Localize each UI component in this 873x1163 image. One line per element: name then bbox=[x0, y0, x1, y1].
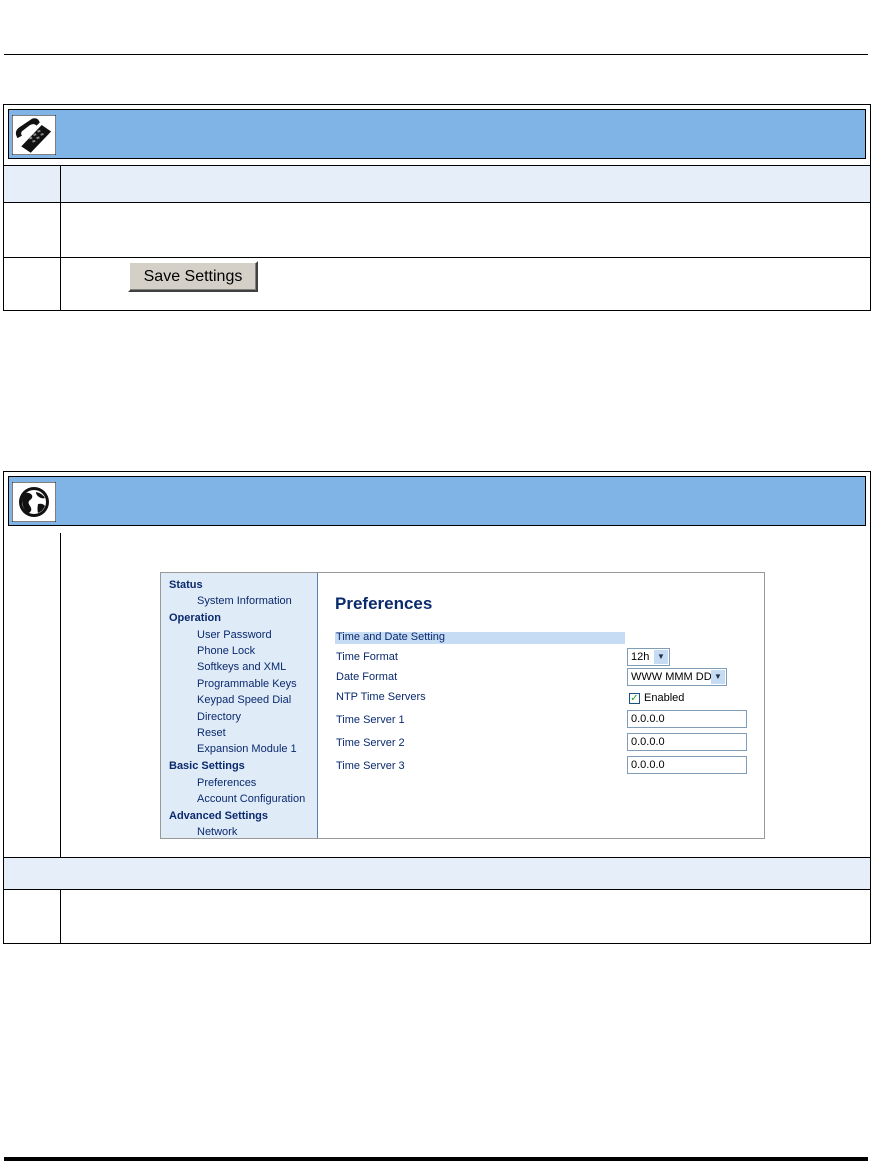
column-divider bbox=[60, 533, 61, 857]
page-title: Preferences bbox=[335, 594, 433, 613]
section-title: Time and Date Setting bbox=[336, 631, 446, 643]
row-divider bbox=[4, 257, 870, 258]
chevron-down-icon: ▼ bbox=[654, 650, 668, 664]
row-divider bbox=[4, 202, 870, 203]
date-format-label: Date Format bbox=[336, 671, 398, 683]
web-ui-sidebar: Status System Information Operation User… bbox=[161, 573, 318, 838]
nav-reset[interactable]: Reset bbox=[197, 727, 226, 739]
nav-account-configuration[interactable]: Account Configuration bbox=[197, 793, 305, 805]
nav-programmable-keys[interactable]: Programmable Keys bbox=[197, 678, 297, 690]
nav-operation[interactable]: Operation bbox=[169, 612, 221, 624]
time-server-3-input[interactable]: 0.0.0.0 bbox=[627, 756, 747, 774]
nav-preferences[interactable]: Preferences bbox=[197, 777, 256, 789]
time-format-value: 12h bbox=[631, 651, 650, 663]
date-format-value: WWW MMM DD bbox=[631, 671, 712, 683]
time-format-label: Time Format bbox=[336, 651, 398, 663]
nav-user-password[interactable]: User Password bbox=[197, 629, 272, 641]
nav-directory[interactable]: Directory bbox=[197, 711, 241, 723]
nav-network[interactable]: Network bbox=[197, 826, 237, 838]
row-divider bbox=[4, 889, 870, 890]
nav-softkeys-xml[interactable]: Softkeys and XML bbox=[197, 661, 286, 673]
nav-advanced-settings[interactable]: Advanced Settings bbox=[169, 810, 268, 822]
date-format-select[interactable]: WWW MMM DD ▼ bbox=[627, 668, 727, 686]
web-ui-screenshot: Status System Information Operation User… bbox=[160, 572, 765, 839]
section-row bbox=[4, 858, 870, 889]
nav-basic-settings[interactable]: Basic Settings bbox=[169, 760, 245, 772]
nav-expansion-module[interactable]: Expansion Module 1 bbox=[197, 743, 297, 755]
column-header-row bbox=[4, 166, 870, 202]
desk-phone-icon bbox=[12, 115, 56, 155]
nav-system-information[interactable]: System Information bbox=[197, 595, 292, 607]
column-divider bbox=[60, 890, 61, 944]
time-server-2-input[interactable]: 0.0.0.0 bbox=[627, 733, 747, 751]
save-settings-button[interactable]: Save Settings bbox=[128, 261, 258, 292]
time-server-2-label: Time Server 2 bbox=[336, 737, 405, 749]
time-server-3-label: Time Server 3 bbox=[336, 760, 405, 772]
nav-phone-lock[interactable]: Phone Lock bbox=[197, 645, 255, 657]
time-format-select[interactable]: 12h ▼ bbox=[627, 648, 670, 666]
ntp-label: NTP Time Servers bbox=[336, 691, 426, 703]
ntp-enabled-label: Enabled bbox=[644, 692, 685, 704]
time-server-1-input[interactable]: 0.0.0.0 bbox=[627, 710, 747, 728]
phone-ui-header bbox=[8, 109, 866, 159]
footer-rule bbox=[4, 1157, 868, 1161]
nav-keypad-speed-dial[interactable]: Keypad Speed Dial bbox=[197, 694, 291, 706]
chevron-down-icon: ▼ bbox=[711, 670, 725, 684]
nav-status[interactable]: Status bbox=[169, 579, 203, 591]
time-server-1-label: Time Server 1 bbox=[336, 714, 405, 726]
header-rule bbox=[4, 54, 868, 55]
web-browser-icon bbox=[12, 482, 56, 522]
row-divider bbox=[4, 165, 870, 166]
column-divider bbox=[60, 166, 61, 311]
ntp-enabled-checkbox[interactable]: ✓ bbox=[629, 693, 640, 704]
web-ui-header bbox=[8, 476, 866, 526]
